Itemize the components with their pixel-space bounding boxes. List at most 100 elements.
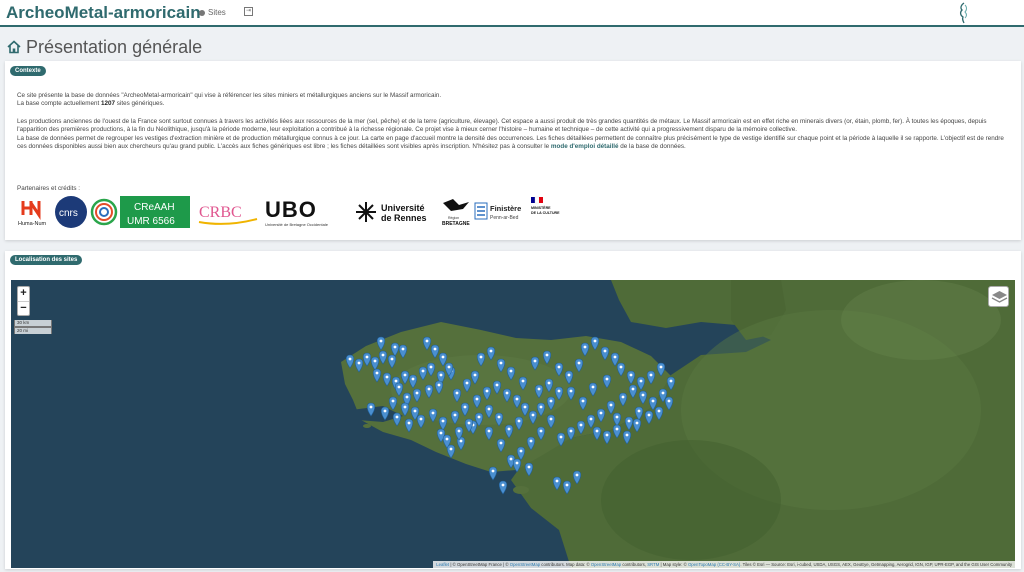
intro-paragraph-1: Ce site présente la base de données "Arc… — [17, 92, 442, 99]
nav-sites-link[interactable]: Sites — [199, 8, 226, 17]
site-marker-dot — [509, 457, 513, 461]
crbc-logo[interactable]: CRBC — [197, 195, 259, 229]
humanum-logo[interactable]: Huma-Num — [17, 195, 47, 229]
site-marker-dot — [539, 429, 543, 433]
site-marker-dot — [390, 357, 394, 361]
brand-link[interactable]: ArcheoMetal-armoricain — [6, 3, 201, 23]
creaah-logo[interactable]: CReAAH UMR 6566 — [90, 195, 190, 229]
finistere-logo[interactable]: Finistère Penn-ar-Bed — [474, 195, 528, 229]
zoom-in-button[interactable]: + — [18, 287, 29, 301]
site-marker-dot — [463, 405, 467, 409]
site-marker-dot — [445, 437, 449, 441]
site-marker-dot — [509, 369, 513, 373]
attr-osm-link-2[interactable]: OpenStreetMap — [591, 562, 621, 567]
site-marker-dot — [441, 355, 445, 359]
intro-paragraph-3: Les productions anciennes de l'ouest de … — [17, 117, 987, 134]
site-marker-dot — [669, 379, 673, 383]
map-badge: Localisation des sites — [10, 255, 83, 265]
intro-paragraph-4: La base de données permet de regrouper l… — [17, 134, 1004, 151]
svg-text:CReAAH: CReAAH — [134, 202, 175, 213]
site-marker-dot — [391, 399, 395, 403]
site-marker-dot — [431, 411, 435, 415]
cnrs-logo[interactable]: cnrs — [54, 195, 88, 229]
intro-paragraph-2: La base compte actuellement 1207 sites g… — [17, 100, 165, 108]
site-marker-dot — [637, 409, 641, 413]
site-marker-dot — [394, 379, 398, 383]
site-marker-dot — [487, 429, 491, 433]
site-map[interactable]: + − 30 km 20 mi Leaflet | © OpenStreetMa… — [11, 280, 1015, 568]
site-marker-dot — [619, 365, 623, 369]
site-marker-dot — [599, 411, 603, 415]
site-marker-dot — [365, 355, 369, 359]
site-marker-dot — [475, 397, 479, 401]
site-marker-dot — [581, 399, 585, 403]
map-attribution: Leaflet | © OpenStreetMap France | © Ope… — [433, 561, 1015, 568]
scale-km: 30 km — [14, 320, 52, 327]
site-logo[interactable] — [956, 2, 972, 24]
site-marker-dot — [605, 377, 609, 381]
svg-text:DE LA CULTURE: DE LA CULTURE — [531, 211, 560, 215]
site-marker-dot — [425, 339, 429, 343]
map-scale: 30 km 20 mi — [14, 320, 52, 334]
svg-text:UMR 6566: UMR 6566 — [127, 216, 175, 227]
attr-leaflet-link[interactable]: Leaflet — [436, 562, 449, 567]
site-marker-dot — [357, 361, 361, 365]
site-marker-dot — [495, 383, 499, 387]
scale-mi: 20 mi — [14, 327, 52, 334]
site-marker-dot — [411, 377, 415, 381]
zoom-out-button[interactable]: − — [18, 301, 29, 315]
site-marker-dot — [615, 415, 619, 419]
page-title-text: Présentation générale — [26, 37, 203, 57]
bretagne-logo[interactable]: Région BRETAGNE — [439, 195, 475, 229]
site-marker-dot — [595, 429, 599, 433]
login-icon[interactable]: ⇥ — [244, 7, 253, 16]
site-marker-dot — [465, 381, 469, 385]
site-marker-dot — [533, 359, 537, 363]
layers-button[interactable] — [988, 286, 1009, 307]
attr-osm-link[interactable]: OpenStreetMap — [510, 562, 540, 567]
site-marker-dot — [473, 373, 477, 377]
site-marker-dot — [369, 405, 373, 409]
site-marker-dot — [635, 421, 639, 425]
svg-text:Finistère: Finistère — [490, 204, 521, 213]
site-marker-dot — [529, 439, 533, 443]
site-marker-dot — [651, 399, 655, 403]
site-marker-dot — [575, 473, 579, 477]
site-marker-dot — [567, 373, 571, 377]
site-marker-dot — [457, 429, 461, 433]
map-tiles[interactable] — [11, 280, 1015, 568]
site-marker-dot — [661, 391, 665, 395]
partners-label: Partenaires et crédits : — [17, 185, 80, 192]
site-marker-dot — [659, 365, 663, 369]
site-marker-dot — [437, 383, 441, 387]
site-marker-dot — [557, 365, 561, 369]
svg-text:cnrs: cnrs — [59, 208, 78, 219]
site-marker-dot — [505, 391, 509, 395]
svg-text:Région: Région — [448, 216, 459, 220]
top-navbar: ArcheoMetal-armoricain Sites ⇥ — [0, 0, 1024, 27]
site-marker-dot — [667, 399, 671, 403]
attr-otm-link[interactable]: OpenTopoMap (CC-BY-SA) — [688, 562, 740, 567]
intro-text: Ce site présente la base de données "Arc… — [17, 92, 1012, 151]
site-marker-dot — [489, 349, 493, 353]
site-marker-dot — [393, 345, 397, 349]
user-guide-link[interactable]: mode d'emploi détaillé — [551, 143, 619, 150]
site-marker-dot — [519, 449, 523, 453]
rennes-logo[interactable]: Université de Rennes — [353, 195, 437, 229]
attr-srtm-link[interactable]: SRTM — [647, 562, 659, 567]
ministere-culture-logo[interactable]: MINISTÈRE DE LA CULTURE — [529, 195, 565, 229]
site-marker-dot — [455, 391, 459, 395]
ubo-logo[interactable]: UBO Université de Bretagne Occidentale — [265, 195, 345, 229]
site-marker-dot — [373, 359, 377, 363]
site-marker-dot — [405, 395, 409, 399]
site-marker-dot — [375, 371, 379, 375]
site-marker-dot — [447, 365, 451, 369]
site-marker-dot — [487, 407, 491, 411]
site-marker-dot — [381, 353, 385, 357]
zoom-control: + − — [17, 286, 30, 316]
site-marker-dot — [403, 373, 407, 377]
site-marker-dot — [615, 427, 619, 431]
database-icon — [199, 9, 205, 16]
context-badge: Contexte — [10, 66, 46, 76]
site-marker-dot — [579, 423, 583, 427]
